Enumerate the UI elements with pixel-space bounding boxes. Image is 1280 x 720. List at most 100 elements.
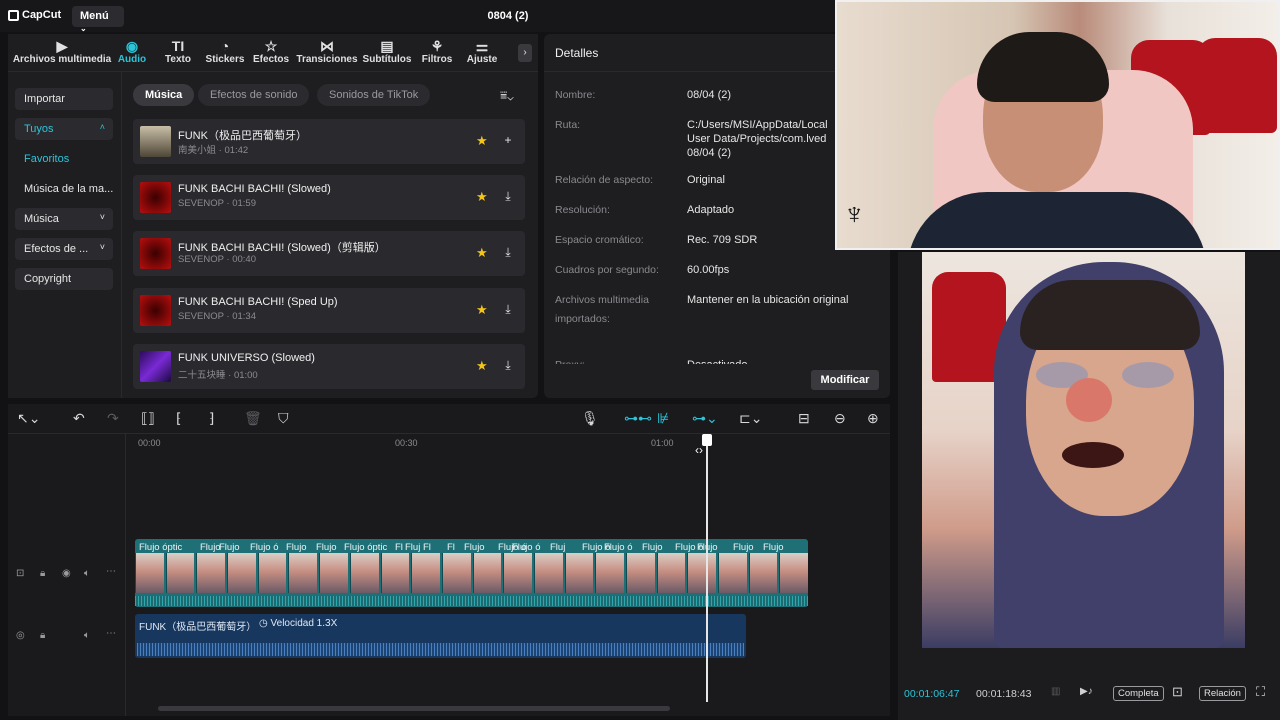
- split-icon[interactable]: ⟦⟧: [141, 410, 155, 426]
- full-quality-button[interactable]: Completa: [1113, 686, 1164, 701]
- tab-media[interactable]: ▶ Archivos multimedia: [12, 38, 112, 65]
- caption-icon[interactable]: ⊟: [798, 410, 810, 426]
- tab-stickers[interactable]: ◔ Stickers: [204, 38, 246, 65]
- zoom-out-icon[interactable]: ⊖: [834, 410, 846, 426]
- undo-icon[interactable]: ↶: [73, 410, 85, 426]
- track-item[interactable]: FUNK UNIVERSO (Slowed) 二十五块睡 · 01:00 ★ ⤓: [133, 344, 525, 389]
- split-right-icon[interactable]: ⁆: [209, 410, 214, 426]
- star-icon[interactable]: ★: [476, 133, 488, 149]
- split-left-icon[interactable]: ⁅: [176, 410, 181, 426]
- frame: [135, 553, 164, 593]
- star-icon[interactable]: ★: [476, 245, 488, 261]
- filter-tiktok[interactable]: Sonidos de TikTok: [317, 84, 431, 106]
- track-item[interactable]: FUNK（极品巴西葡萄牙） 南美小姐 · 01:42 ★ +: [133, 119, 525, 164]
- time-ruler[interactable]: [135, 434, 890, 448]
- track-item[interactable]: FUNK BACHI BACHI! (Sped Up) SEVENOP · 01…: [133, 288, 525, 333]
- tab-effects[interactable]: ☆ Efectos: [252, 38, 290, 65]
- snapshot-icon[interactable]: ⊡: [1172, 684, 1183, 700]
- clip-label: Flujo ó: [250, 542, 279, 553]
- star-icon[interactable]: ★: [476, 189, 488, 205]
- tab-text[interactable]: TI Texto: [160, 38, 196, 65]
- tab-label: Ajuste: [466, 54, 498, 65]
- track-subtitle: SEVENOP · 01:34: [178, 311, 256, 322]
- filter-music[interactable]: Música: [133, 84, 195, 106]
- tiktok-preview-icon[interactable]: ▶♪: [1080, 686, 1093, 697]
- sidebar-label: Música: [24, 213, 59, 225]
- sidebar-label: Tuyos: [24, 123, 54, 135]
- grid-icon[interactable]: ▥: [1051, 686, 1060, 697]
- tabs-next-button[interactable]: ›: [518, 44, 532, 62]
- download-icon[interactable]: ⤓: [501, 245, 515, 259]
- detail-label: Nombre:: [555, 89, 596, 101]
- download-icon[interactable]: ⤓: [501, 302, 515, 316]
- lock-icon[interactable]: 🔒︎: [40, 630, 45, 641]
- microphone-icon[interactable]: 🎙: [581, 410, 599, 426]
- sidebar-item-copyright[interactable]: Copyright: [15, 268, 113, 290]
- speed-icon: ◷: [259, 618, 271, 629]
- add-icon[interactable]: +: [501, 133, 515, 147]
- clip-label: Fluj: [405, 542, 421, 553]
- main-track-magnet-icon[interactable]: ⊶⊷: [624, 410, 652, 426]
- filter-sound-effects[interactable]: Efectos de sonido: [198, 84, 310, 106]
- volume-icon[interactable]: 🔈︎: [84, 568, 90, 579]
- frame: [626, 553, 655, 593]
- tab-audio[interactable]: ◉ Audio: [116, 38, 148, 65]
- marker-icon[interactable]: ⛉: [278, 410, 289, 426]
- tab-adjust[interactable]: ⚌ Ajuste: [464, 38, 500, 65]
- face-paint-right: [1122, 362, 1174, 388]
- detail-aspect-value: Original: [687, 174, 725, 186]
- total-time: 00:01:18:43: [976, 688, 1032, 700]
- select-tool-icon[interactable]: ↖⌄: [17, 410, 40, 426]
- video-preview[interactable]: [922, 252, 1245, 648]
- clip-label: Fluj: [550, 542, 566, 553]
- more-icon[interactable]: ⋯: [106, 628, 116, 639]
- playhead[interactable]: [706, 436, 708, 702]
- redo-icon[interactable]: ↷: [107, 410, 119, 426]
- download-icon[interactable]: ⤓: [501, 189, 515, 203]
- sidebar-item-sound-effects[interactable]: Efectos de ... ˅: [15, 238, 113, 260]
- zoom-in-icon[interactable]: ⊕: [867, 410, 879, 426]
- sidebar-item-brand-music[interactable]: Música de la ma...: [15, 178, 113, 200]
- lock-icon[interactable]: 🔒︎: [40, 568, 45, 579]
- sidebar-item-import[interactable]: Importar: [15, 88, 113, 110]
- fullscreen-icon[interactable]: ⛶: [1256, 684, 1265, 700]
- star-icon[interactable]: ★: [476, 302, 488, 318]
- audio-icon: ◉: [125, 38, 139, 54]
- eye-icon[interactable]: ◉: [62, 568, 71, 579]
- more-icon[interactable]: ⋯: [106, 566, 116, 577]
- tab-filters[interactable]: ⚘ Filtros: [418, 38, 456, 65]
- tab-label: Stickers: [205, 54, 245, 65]
- download-icon[interactable]: ⤓: [501, 358, 515, 372]
- star-icon[interactable]: ★: [476, 358, 488, 374]
- category-tabs: ▶ Archivos multimedia ◉ Audio TI Texto ◔ Sti…: [8, 34, 538, 72]
- sidebar-item-music[interactable]: Música ˅: [15, 208, 113, 230]
- track-thumbnail: [140, 126, 171, 157]
- tab-subtitles[interactable]: ▤ Subtítulos: [362, 38, 412, 65]
- detail-label: Proxy:: [555, 356, 585, 364]
- preview-axis-icon[interactable]: ⊏⌄: [739, 410, 762, 426]
- sidebar-item-yours[interactable]: Tuyos ˄: [15, 118, 113, 140]
- volume-icon[interactable]: 🔈︎: [84, 630, 90, 641]
- playhead-drag-icon[interactable]: ‹›: [695, 443, 703, 457]
- filter-sort-icon[interactable]: ⩸⌄: [500, 88, 514, 103]
- track-title: FUNK BACHI BACHI! (Sped Up): [178, 296, 338, 308]
- track-item[interactable]: FUNK BACHI BACHI! (Slowed)（剪辑版） SEVENOP …: [133, 231, 525, 276]
- tab-transitions[interactable]: ⋈ Transiciones: [296, 38, 358, 65]
- cover-icon[interactable]: ⊡: [16, 568, 24, 579]
- speed-label: Velocidad 1.3X: [270, 618, 338, 629]
- aspect-ratio-button[interactable]: Relación: [1199, 686, 1246, 701]
- detail-resolution-value: Adaptado: [687, 204, 735, 216]
- sidebar-item-favorites[interactable]: Favoritos: [15, 148, 113, 170]
- auto-snap-icon[interactable]: ⊯: [657, 410, 669, 426]
- linkage-icon[interactable]: ⊶⌄: [692, 410, 718, 426]
- chevron-down-icon: ⌄: [80, 24, 87, 33]
- clip-label: Flujo: [733, 542, 754, 553]
- delete-icon[interactable]: 🗑: [244, 410, 262, 426]
- clip-label: Fl: [395, 542, 403, 553]
- timeline-scrollbar[interactable]: [158, 706, 670, 711]
- track-thumbnail: [140, 295, 171, 326]
- frame: [656, 553, 686, 593]
- modify-button[interactable]: Modificar: [811, 370, 879, 390]
- playhead-handle[interactable]: [702, 434, 712, 446]
- track-item[interactable]: FUNK BACHI BACHI! (Slowed) SEVENOP · 01:…: [133, 175, 525, 220]
